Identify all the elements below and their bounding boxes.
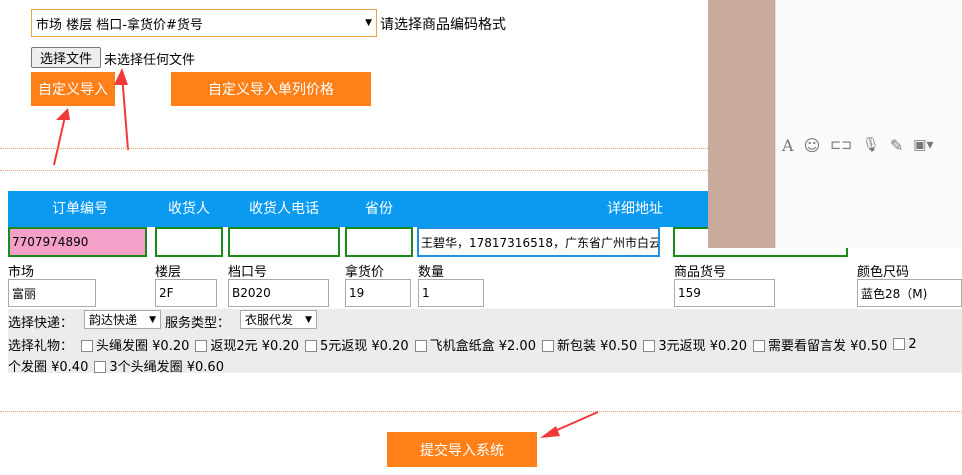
stall-input[interactable]: B2020 (228, 279, 329, 307)
market-input[interactable]: 富丽 (8, 279, 96, 307)
chat-panel-side (708, 0, 775, 248)
gifts-row-2: 个发圈 ¥0.40 3个头绳发圈 ¥0.60 (8, 356, 962, 375)
label-color-size: 颜色尺码 (857, 265, 910, 280)
header-phone: 收货人电话 (228, 191, 340, 225)
separator-bottom (0, 411, 962, 412)
province-input[interactable] (345, 227, 413, 257)
qty-input[interactable]: 1 (418, 279, 484, 307)
format-select-value: 市场 楼层 档口-拿货价#货号 (36, 17, 203, 33)
separator-mid (0, 170, 708, 171)
format-hint: 请选择商品编码格式 (380, 17, 506, 33)
checkbox[interactable] (752, 340, 765, 352)
gifts-row: 选择礼物： 头绳发圈 ¥0.20 返现2元 ¥0.20 5元返现 ¥0.20 飞… (8, 335, 962, 354)
chat-input-panel[interactable] (775, 0, 962, 248)
label-stall: 档口号 (228, 265, 268, 280)
label-qty: 数量 (418, 265, 445, 280)
color-size-input[interactable]: 蓝色28（M) (857, 279, 962, 307)
checkbox[interactable] (81, 340, 94, 352)
checkbox[interactable] (414, 340, 427, 352)
header-order-no: 订单编号 (30, 191, 130, 225)
consignee-input[interactable] (155, 227, 223, 257)
checkbox[interactable] (195, 340, 208, 352)
label-price: 拿货价 (345, 265, 385, 280)
checkbox[interactable] (893, 338, 906, 350)
label-sku: 商品货号 (674, 265, 727, 280)
courier-value: 韵达快递 (89, 313, 138, 327)
order-no-input[interactable]: 7707974890 (8, 227, 147, 257)
label-floor: 楼层 (155, 265, 182, 280)
chevron-down-icon: ▼ (305, 314, 312, 325)
service-label: 服务类型： (165, 316, 231, 331)
floor-input[interactable]: 2F (155, 279, 217, 307)
gift-option[interactable]: 5元返现 ¥0.20 (305, 335, 409, 353)
chat-toolbar: A ☺ ⊏⊐ 🎙 ✎ ▣▾ (782, 134, 962, 156)
checkbox[interactable] (643, 340, 656, 352)
gift-option[interactable]: 3个头绳发圈 ¥0.60 (94, 356, 224, 375)
annotation-arrows (53, 68, 129, 166)
gift-option[interactable]: 返现2元 ¥0.20 (195, 335, 299, 353)
price-input[interactable]: 19 (345, 279, 411, 307)
courier-select[interactable]: 韵达快递 ▼ (84, 310, 161, 329)
video-icon[interactable]: ⊏⊐ (830, 138, 852, 153)
gift-option[interactable]: 2 (893, 337, 917, 352)
gift-option[interactable]: 需要看留言发 ¥0.50 (752, 335, 887, 353)
sku-input[interactable]: 159 (674, 279, 775, 307)
submit-import-button[interactable]: 提交导入系统 (387, 432, 537, 467)
checkbox[interactable] (94, 361, 107, 373)
mic-icon[interactable]: 🎙 (862, 137, 880, 153)
service-select[interactable]: 衣服代发 ▼ (240, 310, 317, 329)
pen-icon[interactable]: ✎ (890, 136, 903, 155)
gift-option[interactable]: 头绳发圈 ¥0.20 (81, 335, 189, 353)
custom-import-single-price-label: 自定义导入单列价格 (208, 82, 334, 98)
gift-option[interactable]: 新包装 ¥0.50 (541, 335, 637, 353)
checkbox[interactable] (541, 340, 554, 352)
header-province: 省份 (345, 191, 413, 225)
service-value: 衣服代发 (245, 313, 294, 327)
submit-annotation-arrow (540, 411, 599, 438)
separator-top (0, 148, 708, 149)
custom-import-single-price-button[interactable]: 自定义导入单列价格 (171, 72, 371, 106)
gift-option[interactable]: 飞机盒纸盒 ¥2.00 (414, 335, 536, 353)
submit-import-label: 提交导入系统 (420, 442, 504, 459)
address-input[interactable]: 王碧华，17817316518，广东省广州市白云区 (417, 227, 660, 257)
phone-input[interactable] (228, 227, 340, 257)
font-icon[interactable]: A (782, 136, 794, 155)
checkbox[interactable] (305, 340, 317, 352)
header-consignee: 收货人 (155, 191, 223, 225)
header-address: 详细地址 (560, 191, 710, 225)
chevron-down-icon: ▼ (365, 18, 372, 28)
chevron-down-icon: ▼ (149, 314, 156, 325)
gift-option[interactable]: 3元返现 ¥0.20 (643, 335, 747, 353)
emoji-icon[interactable]: ☺ (804, 136, 821, 155)
courier-label: 选择快递： (8, 316, 74, 331)
format-select[interactable]: 市场 楼层 档口-拿货价#货号 ▼ (31, 9, 377, 37)
gifts-label: 选择礼物： (8, 338, 74, 354)
label-market: 市场 (8, 265, 35, 280)
image-icon[interactable]: ▣▾ (913, 137, 933, 153)
gift-option: 个发圈 ¥0.40 (8, 359, 89, 375)
